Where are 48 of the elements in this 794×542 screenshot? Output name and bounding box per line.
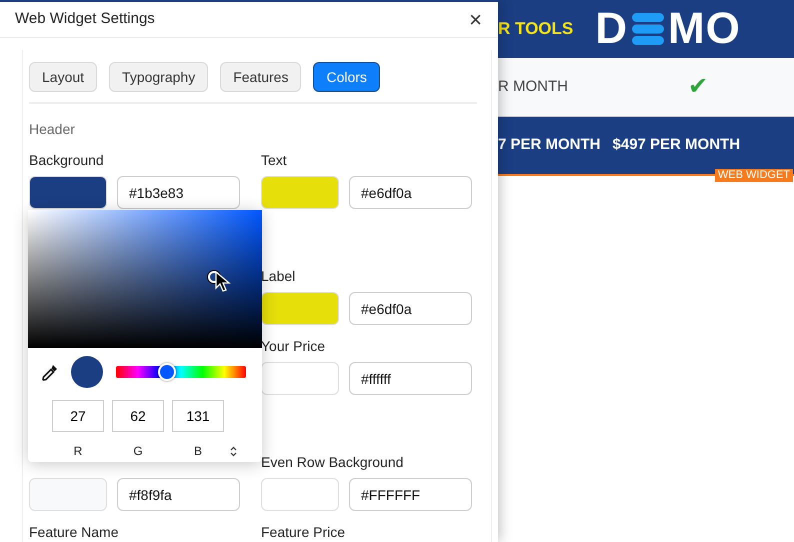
logo-text: D: [595, 7, 628, 51]
header-text: R TOOLS: [498, 18, 574, 40]
color-spectrum[interactable]: [28, 210, 262, 348]
eyedropper-icon[interactable]: [42, 364, 58, 380]
toggle-icon[interactable]: [230, 446, 237, 456]
tab[interactable]: Features: [220, 62, 302, 92]
tab[interactable]: Colors: [313, 62, 380, 92]
color-swatch[interactable]: [261, 362, 339, 395]
price-text: 7 PER MONTH: [498, 135, 601, 156]
table-cell-text: R MONTH: [498, 76, 569, 97]
check-icon: ✔: [688, 69, 708, 105]
field-label: Your Price: [261, 337, 326, 356]
section-heading: Header: [29, 120, 76, 139]
field-label: Feature Name: [29, 523, 120, 542]
widget-badge: WEB WIDGET: [714, 169, 793, 182]
channel-input[interactable]: 27: [52, 400, 104, 432]
field-label: Feature Price: [261, 523, 346, 542]
color-preview: [71, 356, 103, 388]
tab[interactable]: Layout: [29, 62, 98, 92]
hue-slider[interactable]: [116, 366, 246, 378]
hex-input[interactable]: #f8f9fa: [117, 478, 240, 511]
hex-input[interactable]: #ffffff: [349, 362, 472, 395]
slider-thumb[interactable]: [158, 363, 176, 381]
logo-bars-icon: [631, 12, 666, 46]
color-swatch[interactable]: [261, 176, 339, 209]
hex-input[interactable]: #e6df0a: [349, 292, 472, 325]
channel-label: B: [192, 443, 203, 460]
dialog-title: Web Widget Settings: [15, 9, 155, 30]
field-label: Background: [29, 151, 105, 170]
field-label: Text: [261, 151, 288, 170]
channel-label: R: [72, 443, 84, 460]
hex-input[interactable]: #e6df0a: [349, 176, 472, 209]
color-swatch[interactable]: [261, 292, 339, 325]
field-label: Label: [261, 267, 296, 286]
price-text: $497 PER MONTH: [612, 135, 740, 156]
channel-label: G: [132, 443, 144, 460]
color-swatch[interactable]: [29, 478, 107, 511]
cursor-icon: [214, 271, 231, 294]
tab[interactable]: Typography: [109, 62, 208, 92]
hex-input[interactable]: #1b3e83: [117, 176, 240, 209]
hex-input[interactable]: #FFFFFF: [349, 478, 472, 511]
channel-input[interactable]: 62: [112, 400, 164, 432]
logo-text: MO: [668, 7, 741, 51]
channel-input[interactable]: 131: [172, 400, 224, 432]
color-swatch[interactable]: [261, 478, 339, 511]
close-button[interactable]: ×: [467, 8, 484, 30]
field-label: Even Row Background: [261, 453, 404, 472]
color-swatch[interactable]: [29, 176, 107, 209]
